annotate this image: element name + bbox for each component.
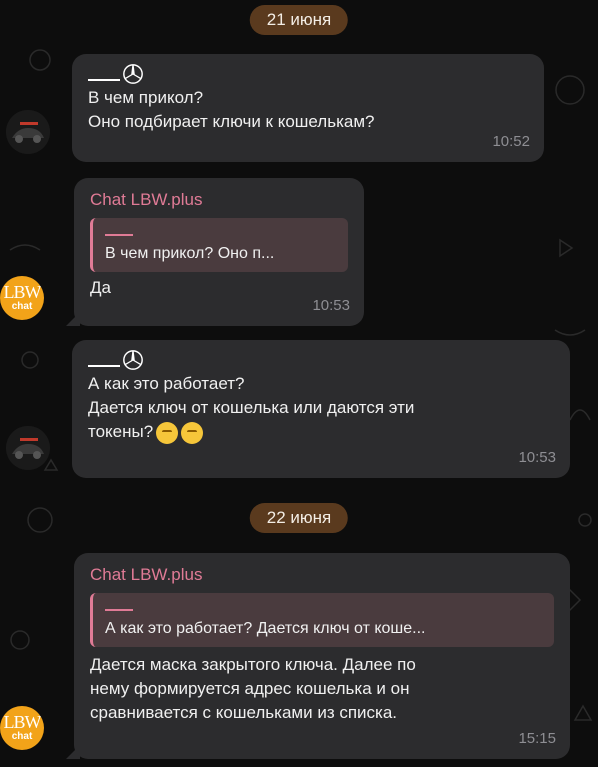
mercedes-logo-icon: [123, 64, 143, 84]
message-text: Да: [90, 278, 111, 297]
message-time: 10:53: [518, 449, 556, 466]
reply-quote[interactable]: А как это работает? Дается ключ от коше.…: [90, 593, 554, 647]
lbw-avatar-subtext: chat: [11, 731, 33, 742]
sender-name-placeholder: [88, 365, 120, 367]
mercedes-logo-icon: [123, 350, 143, 370]
chat-name[interactable]: Chat LBW.plus: [90, 563, 554, 587]
message-bubble[interactable]: Chat LBW.plus В чем прикол? Оно п... Да …: [66, 178, 364, 326]
car-avatar-icon: [6, 426, 50, 470]
message-body: А как это работает? Дается ключ от кошел…: [88, 372, 554, 444]
message-time: 10:52: [492, 133, 530, 150]
date-separator-1: 21 июня: [249, 5, 349, 35]
quote-text: А как это работает? Дается ключ от коше.…: [105, 620, 426, 637]
message-time: 15:15: [518, 730, 556, 747]
date-separator-2: 22 июня: [249, 503, 349, 533]
message-bubble[interactable]: В чем прикол? Оно подбирает ключи к коше…: [72, 54, 544, 162]
lbw-avatar-text: LBW: [3, 712, 42, 732]
lbw-chat-avatar[interactable]: LBW chat: [0, 276, 44, 320]
monocle-face-emoji: [181, 421, 204, 444]
sender-line: [88, 348, 554, 372]
sender-name-placeholder: [88, 79, 120, 81]
lbw-avatar-subtext: chat: [11, 301, 33, 312]
reply-quote[interactable]: В чем прикол? Оно п...: [90, 218, 348, 272]
thinking-face-emoji: [156, 421, 179, 444]
car-avatar-icon: [6, 110, 50, 154]
chat-name[interactable]: Chat LBW.plus: [90, 188, 348, 212]
message-bubble[interactable]: Chat LBW.plus А как это работает? Дается…: [66, 553, 570, 759]
quote-sender-placeholder: [105, 224, 133, 236]
lbw-avatar-text: LBW: [3, 282, 42, 302]
user-avatar[interactable]: [6, 426, 50, 470]
message-text: А как это работает? Дается ключ от кошел…: [88, 374, 415, 441]
message-text: Дается маска закрытого ключа. Далее по н…: [90, 655, 416, 722]
message-text: В чем прикол? Оно подбирает ключи к коше…: [88, 88, 375, 131]
quote-sender-placeholder: [105, 599, 133, 611]
lbw-chat-avatar[interactable]: LBW chat: [0, 706, 44, 750]
message-bubble[interactable]: А как это работает? Дается ключ от кошел…: [72, 340, 570, 478]
sender-line: [88, 62, 528, 86]
quote-text: В чем прикол? Оно п...: [105, 245, 275, 262]
message-time: 10:53: [312, 297, 350, 314]
user-avatar[interactable]: [6, 110, 50, 154]
